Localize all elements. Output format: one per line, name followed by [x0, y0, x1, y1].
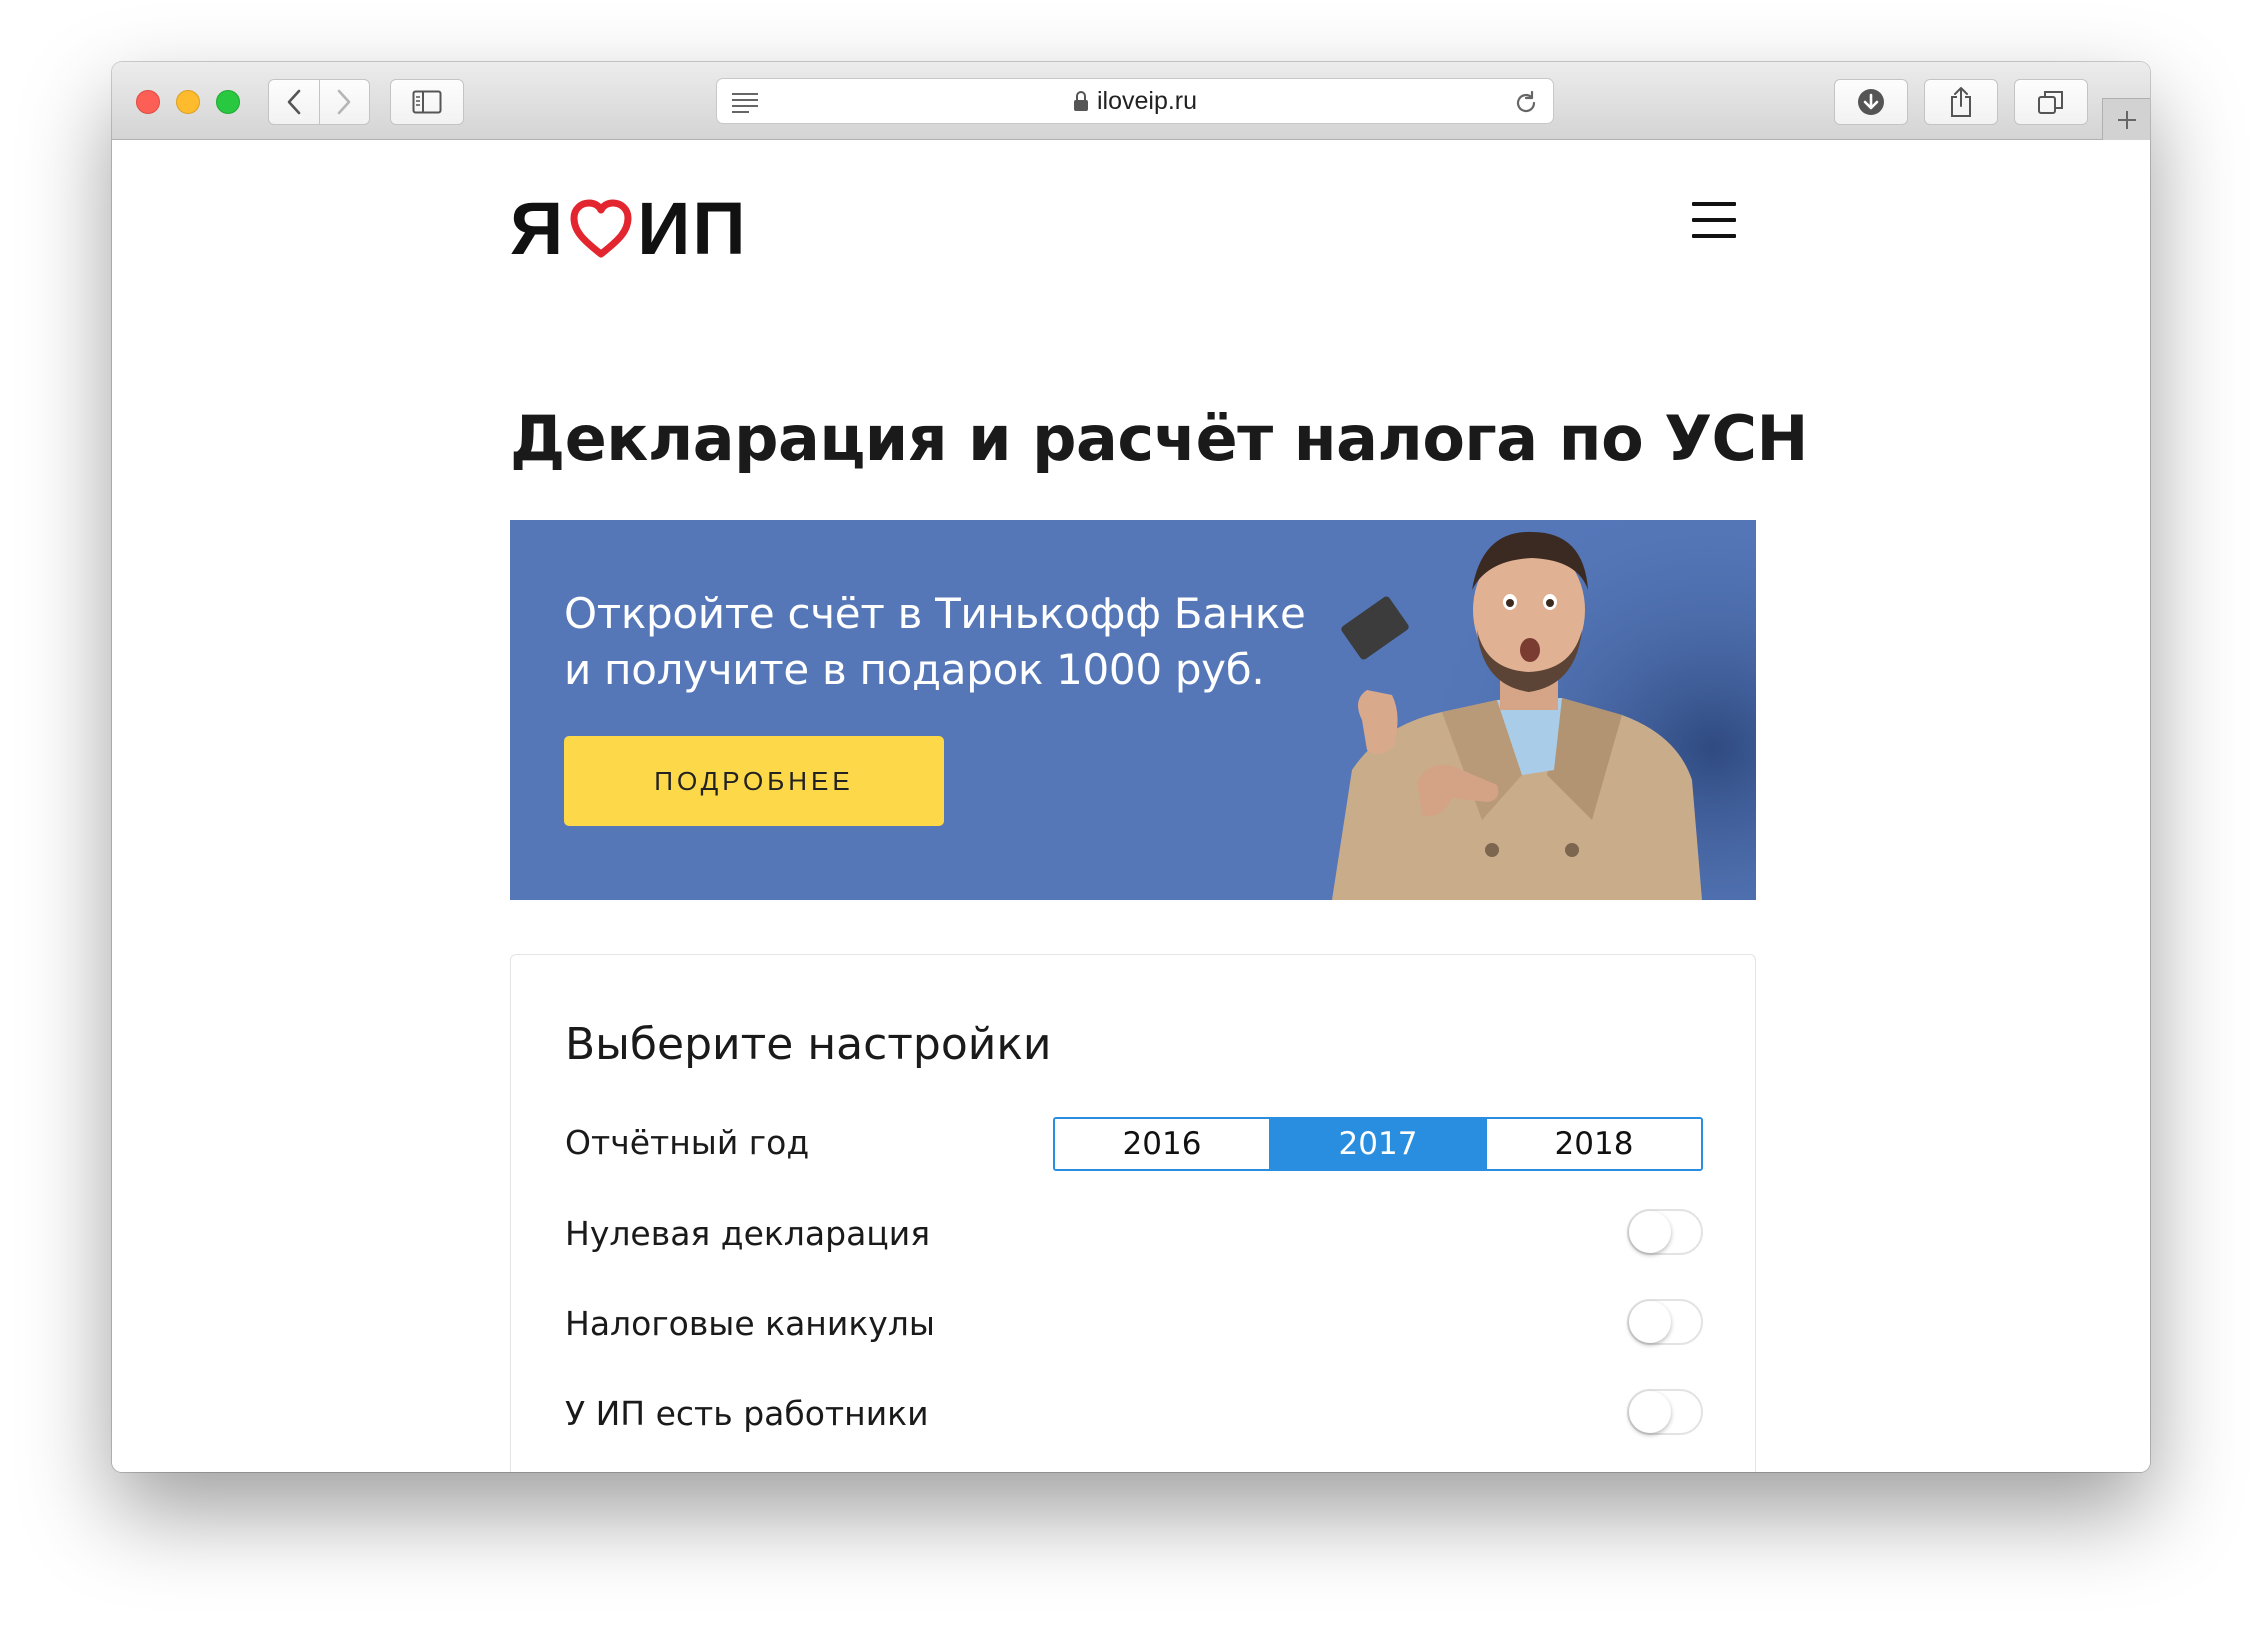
hamburger-line [1692, 202, 1736, 206]
zoom-window-button[interactable] [216, 90, 240, 114]
new-tab-button[interactable] [2102, 98, 2150, 140]
menu-button[interactable] [1692, 202, 1736, 238]
has-employees-label: У ИП есть работники [565, 1394, 929, 1433]
has-employees-toggle[interactable] [1627, 1389, 1703, 1435]
address-bar[interactable]: iloveip.ru [716, 78, 1554, 124]
sidebar-button[interactable] [390, 79, 464, 125]
promo-text: Откройте счёт в Тинькофф Банке и получит… [564, 586, 1306, 698]
browser-window: iloveip.ru Я ИП Декларация и расчёт нало… [112, 62, 2150, 1472]
downloads-button[interactable] [1834, 79, 1908, 125]
year-option-2018[interactable]: 2018 [1485, 1119, 1701, 1169]
zero-declaration-label: Нулевая декларация [565, 1214, 931, 1253]
year-option-2016[interactable]: 2016 [1055, 1119, 1269, 1169]
year-selector: 2016 2017 2018 [1053, 1117, 1703, 1171]
zero-declaration-toggle[interactable] [1627, 1209, 1703, 1255]
toggle-knob [1629, 1301, 1671, 1343]
toggle-knob [1629, 1211, 1671, 1253]
promo-line-1: Откройте счёт в Тинькофф Банке [564, 589, 1306, 638]
page-title: Декларация и расчёт налога по УСН [510, 402, 1808, 475]
promo-more-button[interactable]: ПОДРОБНЕЕ [564, 736, 944, 826]
download-icon [1858, 89, 1884, 115]
browser-toolbar: iloveip.ru [112, 62, 2150, 140]
heart-icon [570, 199, 632, 258]
url-text: iloveip.ru [1096, 86, 1198, 115]
logo-text-ya: Я [510, 187, 566, 270]
tab-overview-button[interactable] [2014, 79, 2088, 125]
year-label: Отчётный год [565, 1123, 810, 1162]
back-button[interactable] [269, 80, 319, 124]
settings-title: Выберите настройки [565, 1019, 1052, 1070]
plus-icon [2117, 110, 2136, 129]
tax-holidays-toggle[interactable] [1627, 1299, 1703, 1345]
reader-icon[interactable] [731, 91, 759, 113]
share-button[interactable] [1924, 79, 1998, 125]
site-logo[interactable]: Я ИП [510, 192, 748, 266]
navigation-buttons [268, 79, 370, 125]
web-page: Я ИП Декларация и расчёт налога по УСН О… [112, 140, 2150, 1472]
share-icon [1951, 87, 1971, 117]
close-window-button[interactable] [136, 90, 160, 114]
tabs-icon [2038, 91, 2063, 114]
settings-panel: Выберите настройки Отчётный год 2016 201… [510, 954, 1756, 1472]
forward-button[interactable] [318, 80, 370, 124]
promo-person-image [1322, 520, 1756, 900]
minimize-window-button[interactable] [176, 90, 200, 114]
lock-icon [1073, 91, 1088, 111]
hamburger-line [1692, 218, 1736, 222]
promo-line-2: и получите в подарок 1000 руб. [564, 645, 1265, 694]
tax-holidays-label: Налоговые каникулы [565, 1304, 935, 1343]
reload-icon[interactable] [1513, 90, 1539, 116]
logo-text-ip: ИП [637, 187, 748, 270]
sidebar-icon [412, 90, 442, 114]
forward-icon [337, 89, 351, 115]
url-display: iloveip.ru [1073, 87, 1197, 116]
year-option-2017[interactable]: 2017 [1269, 1119, 1485, 1169]
hamburger-line [1692, 234, 1736, 238]
back-icon [287, 89, 301, 115]
promo-banner[interactable]: Откройте счёт в Тинькофф Банке и получит… [510, 520, 1756, 900]
toggle-knob [1629, 1391, 1671, 1433]
